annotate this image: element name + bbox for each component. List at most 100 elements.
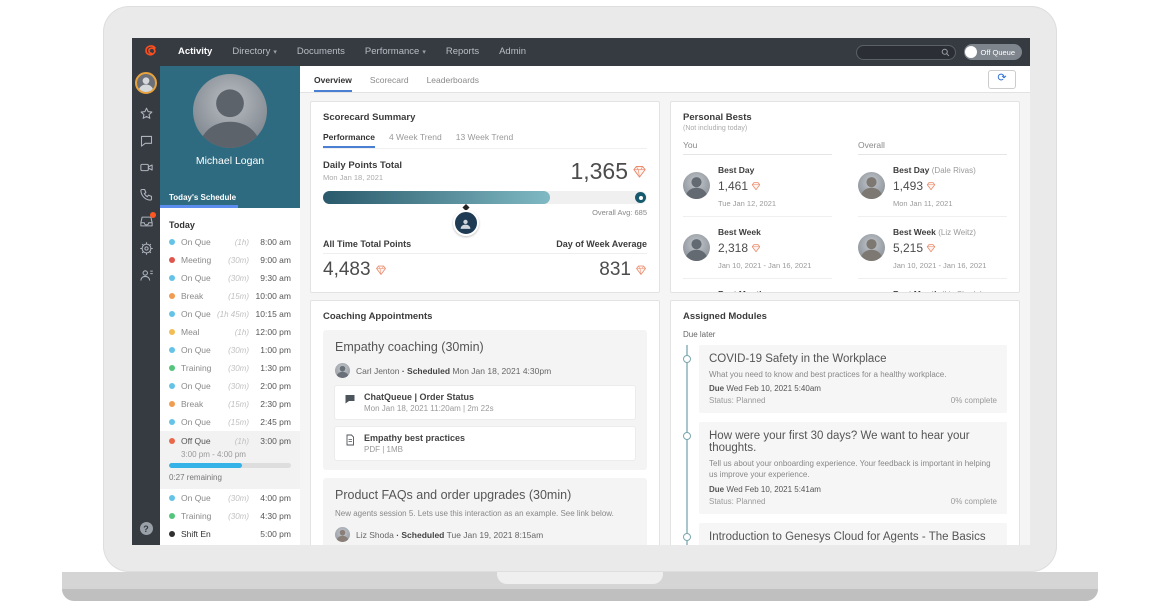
nav-item-performance[interactable]: Performance▾ [355, 38, 436, 67]
facilitator-text: Liz Shoda · Scheduled Tue Jan 19, 2021 8… [356, 530, 543, 540]
refresh-button[interactable]: ⟳ [988, 70, 1016, 89]
queue-status-toggle[interactable]: Off Queue [964, 44, 1022, 60]
schedule-header-label: Today's Schedule [169, 193, 236, 202]
video-camera-icon[interactable] [139, 160, 154, 175]
nav-label: Performance [365, 46, 419, 57]
tab-13-week-trend[interactable]: 13 Week Trend [456, 132, 514, 148]
schedule-item: On Queue (30m) 4:00 pm [169, 489, 291, 507]
schedule-item-duration: (15m) [211, 400, 249, 409]
module-title: How were your first 30 days? We want to … [709, 430, 997, 454]
module-due: Due Wed Feb 10, 2021 5:40am [709, 384, 997, 393]
phone-icon[interactable] [139, 187, 154, 202]
avatar [858, 234, 885, 261]
nav-item-admin[interactable]: Admin [489, 38, 536, 66]
chat-bubble-icon[interactable] [139, 133, 154, 148]
schedule-item-time: 2:00 pm [249, 381, 291, 391]
tab-scorecard[interactable]: Scorecard [370, 75, 409, 92]
inbox-icon[interactable] [139, 214, 154, 229]
points-gem-icon [751, 181, 761, 191]
schedule-item-time: 10:15 am [249, 309, 291, 319]
personal-best-label: Best Week (Liz Weitz) [893, 227, 976, 237]
scorecard-summary-card: Scorecard Summary Performance 4 Week Tre… [310, 101, 660, 293]
schedule-item: On Queue (1h 45m) 10:15 am [169, 305, 291, 323]
tab-overview[interactable]: Overview [314, 75, 352, 92]
global-search[interactable] [856, 45, 956, 60]
coaching-session: Product FAQs and order upgrades (30min) … [323, 478, 647, 545]
settings-gear-icon[interactable] [139, 241, 154, 256]
schedule-item: On Queue (30m) 9:30 am [169, 269, 291, 287]
personal-best-text: Best Month 3,118 January 2021 [718, 284, 764, 293]
favorites-star-icon[interactable] [139, 106, 154, 121]
all-time-points-value: 4,483 [323, 260, 485, 279]
status-dot-icon [169, 365, 175, 371]
schedule-item-time: 10:00 am [249, 291, 291, 301]
session-facilitator-row: Carl Jenton · Scheduled Mon Jan 18, 2021… [335, 363, 635, 378]
status-dot-icon [169, 275, 175, 281]
coaching-appointments-title: Coaching Appointments [323, 311, 647, 322]
schedule-item-label: Training [181, 511, 211, 521]
personal-best-text: Best Day (Dale Rivas) 1,493 Mon Jan 11, … [893, 160, 976, 211]
nav-label: Activity [178, 46, 212, 57]
daily-points-row: Daily Points Total Mon Jan 18, 2021 1,36… [323, 160, 647, 183]
left-card-column: Scorecard Summary Performance 4 Week Tre… [310, 101, 660, 537]
daily-points-date: Mon Jan 18, 2021 [323, 173, 402, 182]
status-dot-icon [169, 438, 175, 444]
bar-end-marker [635, 192, 646, 203]
search-input[interactable] [862, 47, 941, 58]
nav-label: Reports [446, 46, 479, 57]
schedule-item: Training (30m) 4:30 pm [169, 507, 291, 525]
avatar [858, 172, 885, 199]
daily-points-label: Daily Points Total [323, 160, 402, 171]
schedule-item-label: On Queue [181, 345, 211, 355]
tab-4-week-trend[interactable]: 4 Week Trend [389, 132, 442, 148]
nav-label: Documents [297, 46, 345, 57]
status-dot-icon [169, 531, 175, 537]
tab-performance[interactable]: Performance [323, 132, 375, 148]
schedule-item-label: Break [181, 399, 211, 409]
overall-column: Overall Best Day (Dale Rivas) 1,493 Mon … [858, 140, 1007, 293]
cards-area: Scorecard Summary Performance 4 Week Tre… [300, 93, 1030, 545]
schedule-item-label: On Queue [181, 381, 211, 391]
schedule-item-time: 2:45 pm [249, 417, 291, 427]
module-card[interactable]: How were your first 30 days? We want to … [699, 422, 1007, 513]
nav-item-reports[interactable]: Reports [436, 38, 489, 66]
help-icon[interactable]: ? [140, 522, 153, 535]
page-canvas: Activity Directory▾ Documents Performanc… [0, 0, 1160, 602]
avatar [683, 172, 710, 199]
module-card[interactable]: COVID-19 Safety in the Workplace What yo… [699, 345, 1007, 413]
schedule-item-time: 1:30 pm [249, 363, 291, 373]
session-description: New agents session 5. Lets use this inte… [335, 509, 635, 518]
session-title: Empathy coaching (30min) [335, 340, 635, 354]
agent-profile-icon[interactable] [139, 268, 154, 283]
points-gem-icon [632, 164, 647, 179]
profile-name: Michael Logan [196, 155, 264, 167]
attachment-text: ChatQueue | Order Status Mon Jan 18, 202… [364, 392, 494, 413]
user-avatar-icon[interactable] [135, 72, 157, 94]
day-of-week-average-group: Day of Week Average 831 [485, 239, 647, 279]
modules-timeline: COVID-19 Safety in the Workplace What yo… [686, 345, 1007, 545]
schedule-item: Training (30m) 1:30 pm [169, 359, 291, 377]
module-card[interactable]: Introduction to Genesys Cloud for Agents… [699, 523, 1007, 545]
nav-item-documents[interactable]: Documents [287, 38, 355, 66]
tab-leaderboards[interactable]: Leaderboards [427, 75, 479, 92]
schedule-item: Off Queue (1h) 3:00 pm [169, 432, 291, 450]
points-gem-icon [926, 243, 936, 253]
schedule-item: On Queue (30m) 1:00 pm [169, 341, 291, 359]
schedule-item-label: On Queue [181, 417, 211, 427]
module-description: Tell us about your onboarding experience… [709, 458, 997, 480]
schedule-header-indicator [160, 205, 238, 208]
facilitator-text: Carl Jenton · Scheduled Mon Jan 18, 2021… [356, 366, 551, 376]
interaction-attachment[interactable]: ChatQueue | Order Status Mon Jan 18, 202… [335, 386, 635, 419]
personal-best-row: Best Week 2,318 Jan 10, 2021 - Jan 16, 2… [683, 217, 832, 279]
schedule-list: Today On Queue (1h) 8:00 am Meeting (30m… [160, 208, 300, 545]
profile-photo [193, 74, 267, 148]
schedule-item-time: 3:00 pm [249, 436, 291, 446]
all-time-points-group: All Time Total Points 4,483 [323, 239, 485, 279]
document-attachment[interactable]: Empathy best practices PDF | 1MB [335, 427, 635, 460]
nav-item-directory[interactable]: Directory▾ [222, 38, 287, 67]
points-gem-icon [926, 181, 936, 191]
nav-item-activity[interactable]: Activity [168, 38, 222, 66]
view-scorecard-link[interactable]: View scorecard [323, 291, 647, 293]
schedule-item-duration: (1h) [211, 238, 249, 247]
schedule-item-duration: (30m) [211, 274, 249, 283]
